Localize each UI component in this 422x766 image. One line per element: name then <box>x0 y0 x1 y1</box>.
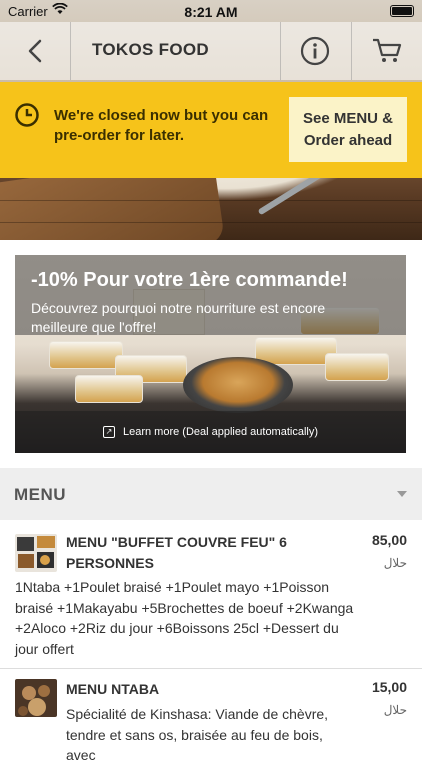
menu-item-name: MENU "BUFFET COUVRE FEU" 6 PERSONNES <box>66 534 287 571</box>
status-bar: Carrier 8:21 AM <box>0 0 422 22</box>
promo-section: -10% Pour votre 1ère commande! Découvrez… <box>0 240 422 468</box>
menu-item[interactable]: MENU "BUFFET COUVRE FEU" 6 PERSONNES 85,… <box>0 520 422 668</box>
food-tray-image <box>325 353 389 381</box>
menu-item-name: MENU NTABA <box>66 681 160 697</box>
cart-icon <box>373 38 402 62</box>
chevron-down-icon <box>397 491 407 497</box>
halal-badge: حلال <box>383 556 407 570</box>
clock-time: 8:21 AM <box>184 4 238 20</box>
menu-category-header[interactable]: MENU <box>0 468 422 520</box>
menu-item-description: 1Ntaba +1Poulet braisé +1Poulet mayo +1P… <box>15 579 354 657</box>
closed-banner: We're closed now but you can pre-order f… <box>0 82 422 178</box>
promo-subtext: Découvrez pourquoi notre nourriture est … <box>31 300 326 335</box>
page-title: TOKOS FOOD <box>92 40 209 59</box>
learn-more-link[interactable]: ↗ Learn more (Deal applied automatically… <box>15 411 406 453</box>
info-icon <box>300 36 330 66</box>
menu-item-price: 85,00 <box>371 532 407 548</box>
closed-message: We're closed now but you can pre-order f… <box>54 107 269 144</box>
wood-plank-line <box>0 222 422 223</box>
nav-divider <box>70 22 71 80</box>
see-menu-order-ahead-button[interactable]: See MENU & Order ahead <box>289 97 407 162</box>
halal-badge: حلال <box>383 703 407 717</box>
menu-item[interactable]: MENU NTABA 15,00 حلال Spécialité de Kins… <box>0 669 422 763</box>
promo-headline: -10% Pour votre 1ère commande! <box>31 269 348 291</box>
food-tray-image <box>75 375 143 403</box>
menu-item-thumbnail <box>15 679 57 717</box>
menu-item-price: 15,00 <box>371 679 407 695</box>
nav-bar: TOKOS FOOD <box>0 22 422 80</box>
food-bowl-image <box>183 357 293 413</box>
wood-plank-line <box>0 200 422 201</box>
menu-item-thumbnail <box>15 534 57 572</box>
external-link-icon: ↗ <box>102 426 115 438</box>
cart-button[interactable] <box>352 22 422 80</box>
info-button[interactable] <box>280 22 350 80</box>
menu-item-description: Spécialité de Kinshasa: Viande de chèvre… <box>66 706 329 763</box>
learn-more-label: Learn more (Deal applied automatically) <box>122 426 319 438</box>
back-button[interactable] <box>0 22 70 80</box>
food-tray-image <box>49 341 123 369</box>
battery-icon <box>390 5 414 17</box>
back-chevron-icon <box>28 39 42 63</box>
clock-icon <box>15 103 39 127</box>
menu-category-label: MENU <box>14 485 67 504</box>
promo-card[interactable]: -10% Pour votre 1ère commande! Découvrez… <box>15 255 406 453</box>
